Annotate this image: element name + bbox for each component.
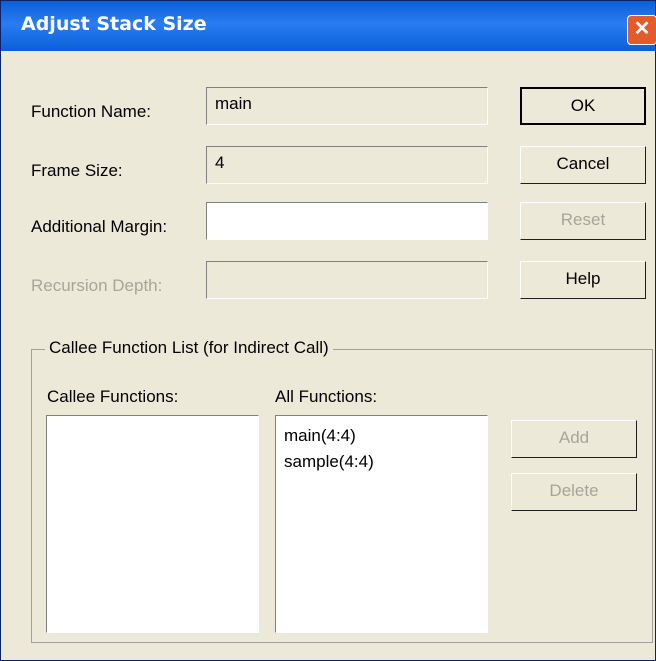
recursion-depth-input: [206, 261, 488, 299]
frame-size-value: 4: [215, 153, 225, 172]
frame-size-field: 4: [206, 146, 488, 184]
title-bar[interactable]: Adjust Stack Size ✕: [1, 1, 656, 51]
help-button[interactable]: Help: [520, 261, 646, 299]
adjust-stack-size-dialog: Adjust Stack Size ✕ Function Name: main …: [0, 0, 656, 661]
frame-size-label: Frame Size:: [31, 161, 123, 180]
callee-group-label: Callee Function List (for Indirect Call): [45, 338, 333, 358]
add-button: Add: [511, 420, 637, 458]
all-functions-list[interactable]: main(4:4) sample(4:4): [275, 415, 488, 633]
cancel-button[interactable]: Cancel: [520, 146, 646, 184]
list-item[interactable]: sample(4:4): [284, 452, 374, 472]
recursion-depth-label: Recursion Depth:: [31, 276, 163, 295]
function-name-value: main: [215, 94, 252, 113]
dialog-title: Adjust Stack Size: [21, 13, 207, 35]
additional-margin-input[interactable]: [206, 202, 488, 240]
callee-functions-label: Callee Functions:: [47, 387, 179, 406]
delete-button: Delete: [511, 473, 637, 511]
close-icon[interactable]: ✕: [627, 15, 656, 45]
additional-margin-label: Additional Margin:: [31, 217, 168, 236]
callee-functions-list[interactable]: [46, 415, 259, 633]
ok-button[interactable]: OK: [520, 87, 646, 125]
function-name-field: main: [206, 87, 488, 125]
reset-button: Reset: [520, 202, 646, 240]
all-functions-label: All Functions:: [275, 387, 378, 406]
function-name-label: Function Name:: [31, 102, 151, 121]
list-item[interactable]: main(4:4): [284, 426, 356, 446]
